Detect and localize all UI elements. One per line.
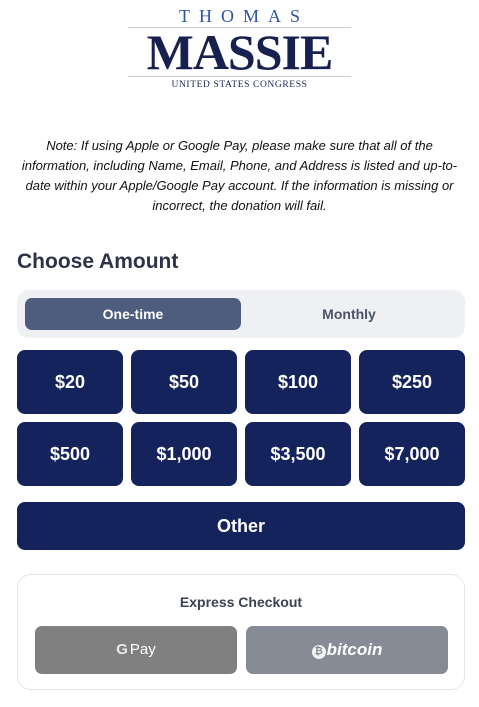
frequency-toggle: One-time Monthly: [17, 290, 465, 338]
amount-button-20[interactable]: $20: [17, 350, 123, 414]
payment-note: Note: If using Apple or Google Pay, plea…: [21, 138, 458, 213]
amount-button-50[interactable]: $50: [131, 350, 237, 414]
logo-subtitle: UNITED STATES CONGRESS: [171, 80, 308, 90]
express-checkout-panel: Express Checkout G Pay ₿ bitcoin: [17, 574, 465, 690]
amount-button-1000[interactable]: $1,000: [131, 422, 237, 486]
amount-button-250[interactable]: $250: [359, 350, 465, 414]
choose-amount-heading: Choose Amount: [17, 250, 179, 273]
monthly-option[interactable]: Monthly: [241, 298, 457, 330]
amount-button-7000[interactable]: $7,000: [359, 422, 465, 486]
google-pay-label: Pay: [129, 641, 156, 658]
express-checkout-title: Express Checkout: [179, 594, 303, 610]
bitcoin-icon: ₿: [311, 645, 326, 659]
google-pay-button[interactable]: G Pay: [35, 626, 237, 674]
amount-button-500[interactable]: $500: [17, 422, 123, 486]
amount-button-100[interactable]: $100: [245, 350, 351, 414]
bitcoin-button[interactable]: ₿ bitcoin: [246, 626, 448, 674]
logo-last-name: MASSIE: [146, 24, 334, 80]
google-g-icon: G: [116, 641, 128, 658]
bitcoin-label: bitcoin: [326, 640, 383, 659]
other-amount-button[interactable]: Other: [17, 502, 465, 550]
logo-divider-bottom: [128, 76, 351, 77]
amount-button-3500[interactable]: $3,500: [245, 422, 351, 486]
one-time-option[interactable]: One-time: [25, 298, 241, 330]
